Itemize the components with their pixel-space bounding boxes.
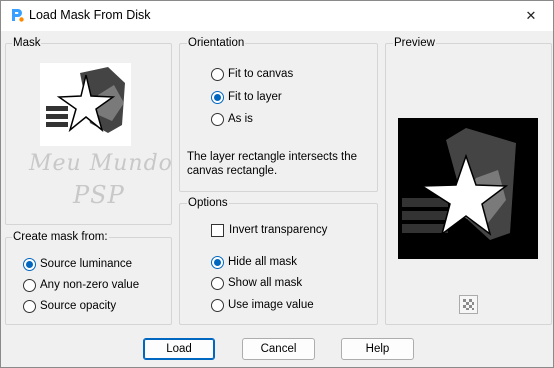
radio-indicator [211, 112, 224, 126]
radio-label: Use image value [228, 299, 314, 311]
radio-fit-to-layer[interactable]: Fit to layer [211, 89, 282, 105]
radio-use-image-value[interactable]: Use image value [211, 297, 314, 313]
orientation-message: The layer rectangle intersects the canva… [187, 151, 358, 177]
paintshop-pro-icon [9, 7, 25, 23]
checkbox-indicator [211, 223, 224, 237]
load-button[interactable]: Load [143, 338, 215, 360]
watermark-subtitle: PSP [73, 181, 125, 209]
radio-indicator [23, 257, 36, 271]
mask-group-label: Mask [12, 37, 42, 49]
radio-label: Any non-zero value [40, 279, 140, 291]
help-button[interactable]: Help [341, 338, 414, 360]
checkbox-label: Invert transparency [229, 224, 328, 236]
radio-as-is[interactable]: As is [211, 111, 253, 127]
watermark-title: Meu Mundo [29, 151, 173, 176]
radio-hide-all-mask[interactable]: Hide all mask [211, 254, 297, 270]
orientation-group-label: Orientation [187, 37, 246, 49]
close-icon: ✕ [525, 8, 537, 23]
options-group-label: Options [187, 197, 229, 209]
window-title: Load Mask From Disk [29, 8, 151, 22]
radio-label: Source luminance [40, 258, 133, 270]
checkerboard-icon[interactable] [459, 295, 478, 314]
radio-label: Source opacity [40, 300, 117, 312]
radio-indicator [211, 67, 224, 81]
radio-label: Hide all mask [228, 256, 298, 268]
radio-source-luminance[interactable]: Source luminance [23, 256, 132, 272]
invert-transparency-checkbox[interactable]: Invert transparency [211, 222, 327, 238]
radio-fit-to-canvas[interactable]: Fit to canvas [211, 66, 293, 82]
mask-thumbnail[interactable] [40, 63, 136, 146]
radio-source-opacity[interactable]: Source opacity [23, 298, 116, 314]
title-bar: Load Mask From Disk ✕ [1, 1, 553, 31]
radio-label: Fit to layer [228, 91, 282, 103]
preview-image [398, 118, 538, 259]
close-button[interactable]: ✕ [509, 1, 553, 31]
radio-label: Show all mask [228, 277, 303, 289]
preview-group-label: Preview [393, 37, 436, 49]
radio-any-non-zero[interactable]: Any non-zero value [23, 277, 139, 293]
radio-show-all-mask[interactable]: Show all mask [211, 275, 302, 291]
cancel-button[interactable]: Cancel [242, 338, 315, 360]
radio-indicator [23, 278, 36, 292]
radio-indicator [211, 298, 224, 312]
radio-indicator [211, 276, 224, 290]
create-mask-group-label: Create mask from: [12, 231, 109, 243]
load-mask-dialog: Load Mask From Disk ✕ Mask Meu Mundo PSP… [0, 0, 554, 368]
radio-label: As is [228, 113, 253, 125]
radio-indicator [23, 299, 36, 313]
radio-label: Fit to canvas [228, 68, 294, 80]
radio-indicator [211, 90, 224, 104]
radio-indicator [211, 255, 224, 269]
